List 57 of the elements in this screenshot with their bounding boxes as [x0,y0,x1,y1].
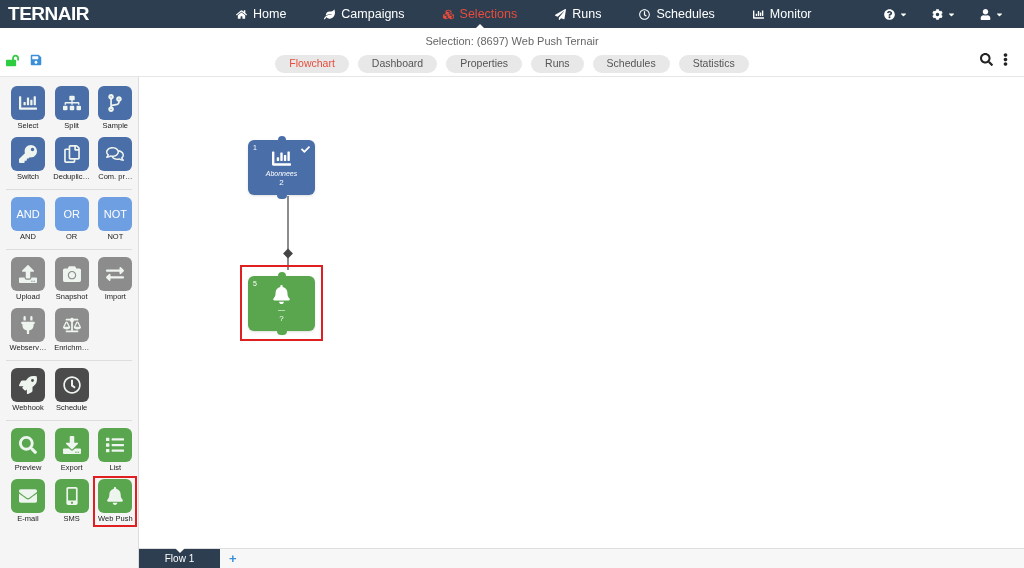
bar-chart-icon [272,149,291,168]
operator-label: OR [63,206,80,222]
save-icon[interactable] [30,54,42,66]
leaf-icon [324,8,336,20]
upload-icon [19,265,37,283]
operator-label: AND [16,206,40,222]
cubes-icon [442,8,454,20]
search-icon[interactable] [980,53,993,66]
nav-item[interactable]: Campaigns [324,0,405,28]
paper-plane-icon [555,8,567,20]
settings-menu-button[interactable] [932,8,956,20]
tab[interactable]: Statistics [678,54,749,73]
clock-icon [639,8,651,20]
bell-icon [106,487,125,505]
active-pointer [475,24,484,28]
node-count: ? [279,314,284,324]
copy-icon [62,145,81,163]
tab[interactable]: Dashboard [357,54,438,73]
nav-item[interactable]: Home [236,0,287,28]
nav-item[interactable]: Monitor [752,0,812,28]
arrows-icon [106,265,125,283]
nav-item[interactable]: Runs [555,0,602,28]
speech-bubbles-icon [106,145,125,163]
tab[interactable]: Runs [531,54,584,73]
tab[interactable]: Properties [446,54,523,73]
hierarchy-icon [62,94,81,112]
input-port [277,272,286,277]
branch-icon [106,94,125,112]
home-icon [236,8,247,20]
operator-label: NOT [103,206,127,222]
search-icon [19,436,37,454]
logo[interactable]: TERNAIR [8,0,236,29]
camera-icon [62,265,81,283]
scales-icon [62,316,81,334]
help-icon [884,8,895,20]
input-port [277,136,286,141]
rocket-icon [19,376,37,394]
node-count: 2 [279,178,284,188]
nav-item[interactable]: Schedules [639,0,715,28]
list-icon [106,436,125,454]
tab[interactable]: Schedules [592,54,670,73]
output-port [276,327,287,335]
download-icon [62,436,81,454]
user-menu-button[interactable] [980,8,1004,20]
clock-icon [62,376,81,394]
help-menu-button[interactable] [884,8,908,20]
key-icon [19,145,37,163]
flow-tab[interactable]: Flow 1 [139,549,220,568]
bar-chart-icon [19,94,37,112]
bell-icon [272,285,291,304]
plug-icon [19,316,37,334]
output-port [276,191,287,199]
gear-icon [932,8,943,20]
envelope-icon [19,487,37,505]
selection-title: Selection: (8697) Web Push Ternair [425,34,599,49]
bar-chart-icon [752,8,764,20]
user-icon [980,8,991,20]
